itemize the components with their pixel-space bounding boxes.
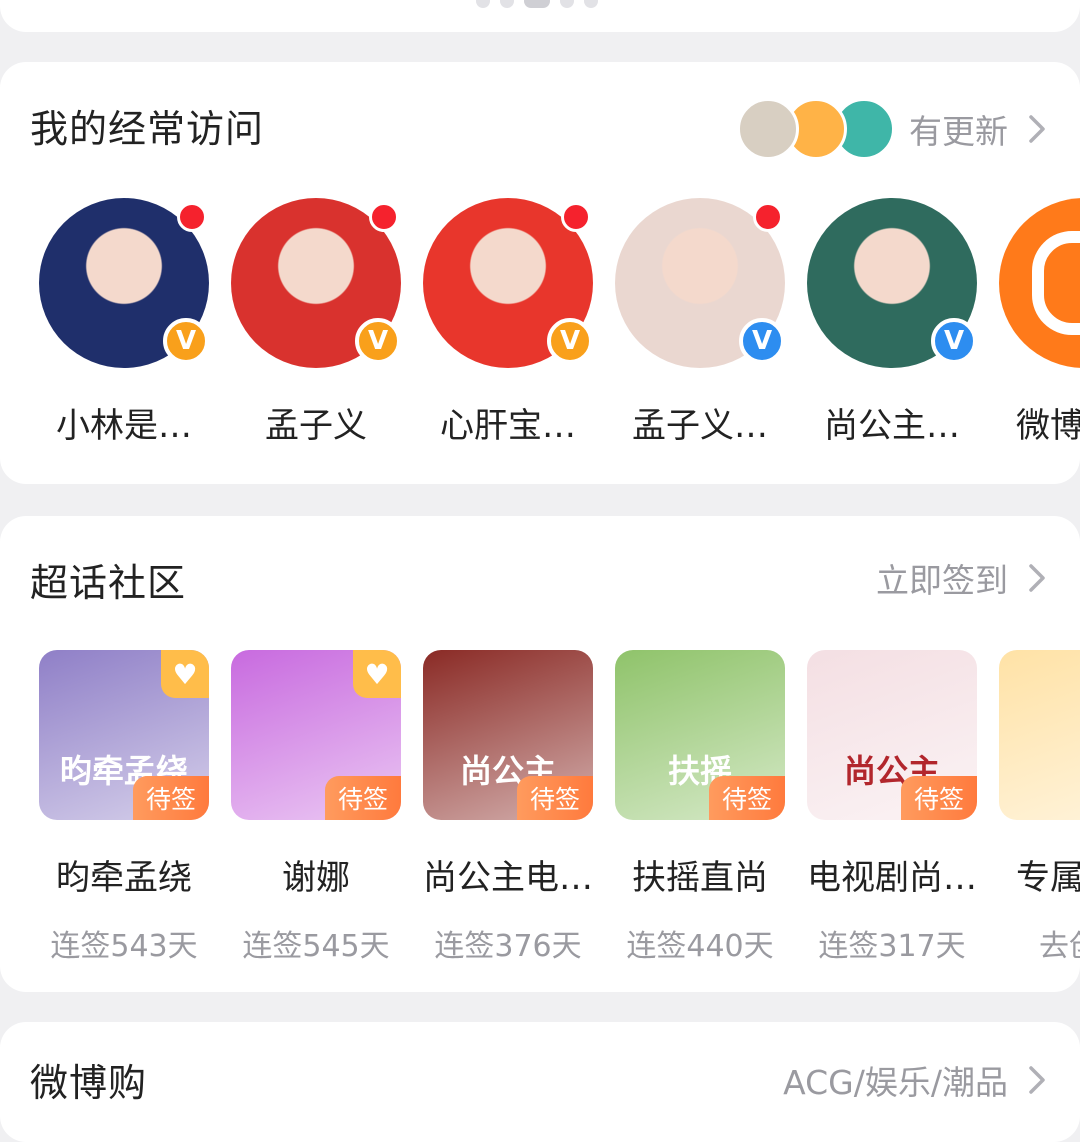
super-topic-item[interactable]: ♥ 待签谢娜连签545天 xyxy=(220,650,412,965)
checkin-streak: 连签543天 xyxy=(50,929,198,964)
avatar: V xyxy=(423,198,593,368)
frequent-visits-list: V 小林是… V 孟子义 V 心肝宝… V 孟子义… V 尚公主… 微博智… xyxy=(28,198,1080,447)
unread-dot xyxy=(561,202,591,232)
weibo-shop-tags: ACG/娱乐/潮品 xyxy=(783,1063,1008,1102)
chevron-right-icon xyxy=(1029,1066,1045,1094)
checkin-now-link[interactable]: 立即签到 xyxy=(876,554,1052,602)
weibo-assistant-icon xyxy=(999,198,1080,368)
frequent-visits-card: 我的经常访问 有更新 V 小林是… V 孟子义 V 心肝宝… V 孟子义… V 尚公主… 微博智… xyxy=(0,62,1080,484)
pending-checkin-badge: 待签 xyxy=(517,776,593,820)
unread-dot xyxy=(369,202,399,232)
pending-checkin-badge: 待签 xyxy=(709,776,785,820)
avatar: V xyxy=(615,198,785,368)
frequent-visit-item[interactable]: V 孟子义 xyxy=(220,198,412,447)
avatar: V xyxy=(807,198,977,368)
super-topic-title: 超话社区 xyxy=(30,561,187,605)
super-topic-cover: 扶摇 待签 xyxy=(615,650,785,820)
checkin-streak: 连签376天 xyxy=(434,929,582,964)
verified-badge-icon: V xyxy=(547,318,593,364)
weibo-shop-link[interactable]: ACG/娱乐/潮品 xyxy=(783,1056,1052,1104)
frequent-visit-name: 尚公主… xyxy=(824,406,960,446)
verified-badge-icon: V xyxy=(931,318,977,364)
verified-badge-icon: V xyxy=(739,318,785,364)
pending-checkin-badge: 待签 xyxy=(325,776,401,820)
updated-avatars xyxy=(737,98,895,160)
frequent-visit-name: 孟子义 xyxy=(265,406,367,446)
chevron-right-icon xyxy=(1029,564,1045,592)
pager-dot[interactable] xyxy=(560,0,574,8)
updates-label: 有更新 xyxy=(909,112,1008,151)
super-topic-item[interactable]: 尚公主 待签尚公主电… 连签376天 xyxy=(412,650,604,965)
frequent-visit-name: 小林是… xyxy=(56,406,192,446)
frequent-visit-item[interactable]: 微博智… xyxy=(988,198,1080,447)
checkin-streak: 连签317天 xyxy=(818,929,966,964)
verified-badge-icon: V xyxy=(355,318,401,364)
super-topic-name: 扶摇直尚 xyxy=(632,858,768,898)
frequent-visit-name: 微博智… xyxy=(1016,406,1080,446)
unread-dot xyxy=(177,202,207,232)
super-topic-name: 电视剧尚… xyxy=(807,858,977,898)
super-topic-item[interactable]: 昀牵孟绕 ♥ 待签 昀牵孟绕 连签543天 xyxy=(28,650,220,965)
super-topic-name: 尚公主电… xyxy=(423,858,593,898)
unread-dot xyxy=(753,202,783,232)
super-topic-card: 超话社区 立即签到 昀牵孟绕 ♥ 待签 昀牵孟绕 连签543天 ♥ 待签 谢娜 连签545天 尚公… xyxy=(0,516,1080,992)
heart-icon: ♥ xyxy=(353,650,401,698)
frequent-visit-item[interactable]: V 尚公主… xyxy=(796,198,988,447)
pending-checkin-badge: 待签 xyxy=(133,776,209,820)
super-topic-item[interactable]: 扶摇 待签扶摇直尚连签440天 xyxy=(604,650,796,965)
super-topic-list: 昀牵孟绕 ♥ 待签 昀牵孟绕 连签543天 ♥ 待签 谢娜 连签545天 尚公主 待签 尚公主电… 连签… xyxy=(28,650,1080,965)
checkin-now-label: 立即签到 xyxy=(876,561,1008,600)
super-topic-cover: 昀牵孟绕 ♥ 待签 xyxy=(39,650,209,820)
super-topic-cover xyxy=(999,650,1080,820)
mini-avatar xyxy=(737,98,799,160)
super-topic-cover: 尚公主 待签 xyxy=(423,650,593,820)
pager-dot[interactable] xyxy=(476,0,490,8)
super-topic-item[interactable]: 专属超… 去创… xyxy=(988,650,1080,965)
super-topic-name: 昀牵孟绕 xyxy=(56,858,192,898)
pending-checkin-badge: 待签 xyxy=(901,776,977,820)
chevron-right-icon xyxy=(1029,115,1045,143)
frequent-visits-title: 我的经常访问 xyxy=(30,107,265,151)
frequent-visit-item[interactable]: V 心肝宝… xyxy=(412,198,604,447)
super-topic-cover: ♥ 待签 xyxy=(231,650,401,820)
pager-dot-active[interactable] xyxy=(524,0,550,8)
frequent-visit-name: 孟子义… xyxy=(632,406,768,446)
pager-dot[interactable] xyxy=(584,0,598,8)
pager-dots xyxy=(476,0,598,8)
super-topic-name: 专属超… xyxy=(1016,858,1080,898)
avatar: V xyxy=(231,198,401,368)
super-topic-item[interactable]: 尚公主 待签电视剧尚… 连签317天 xyxy=(796,650,988,965)
frequent-visit-item[interactable]: V 孟子义… xyxy=(604,198,796,447)
super-topic-cover: 尚公主 待签 xyxy=(807,650,977,820)
avatar: V xyxy=(39,198,209,368)
checkin-streak: 去创… xyxy=(1039,929,1080,964)
checkin-streak: 连签440天 xyxy=(626,929,774,964)
frequent-visit-name: 心肝宝… xyxy=(440,406,576,446)
pager-dot[interactable] xyxy=(500,0,514,8)
super-topic-name: 谢娜 xyxy=(282,858,350,898)
verified-badge-icon: V xyxy=(163,318,209,364)
frequent-updates-link[interactable]: 有更新 xyxy=(737,98,1052,160)
heart-icon: ♥ xyxy=(161,650,209,698)
weibo-shop-card: 微博购 ACG/娱乐/潮品 xyxy=(0,1022,1080,1142)
checkin-streak: 连签545天 xyxy=(242,929,390,964)
frequent-visit-item[interactable]: V 小林是… xyxy=(28,198,220,447)
